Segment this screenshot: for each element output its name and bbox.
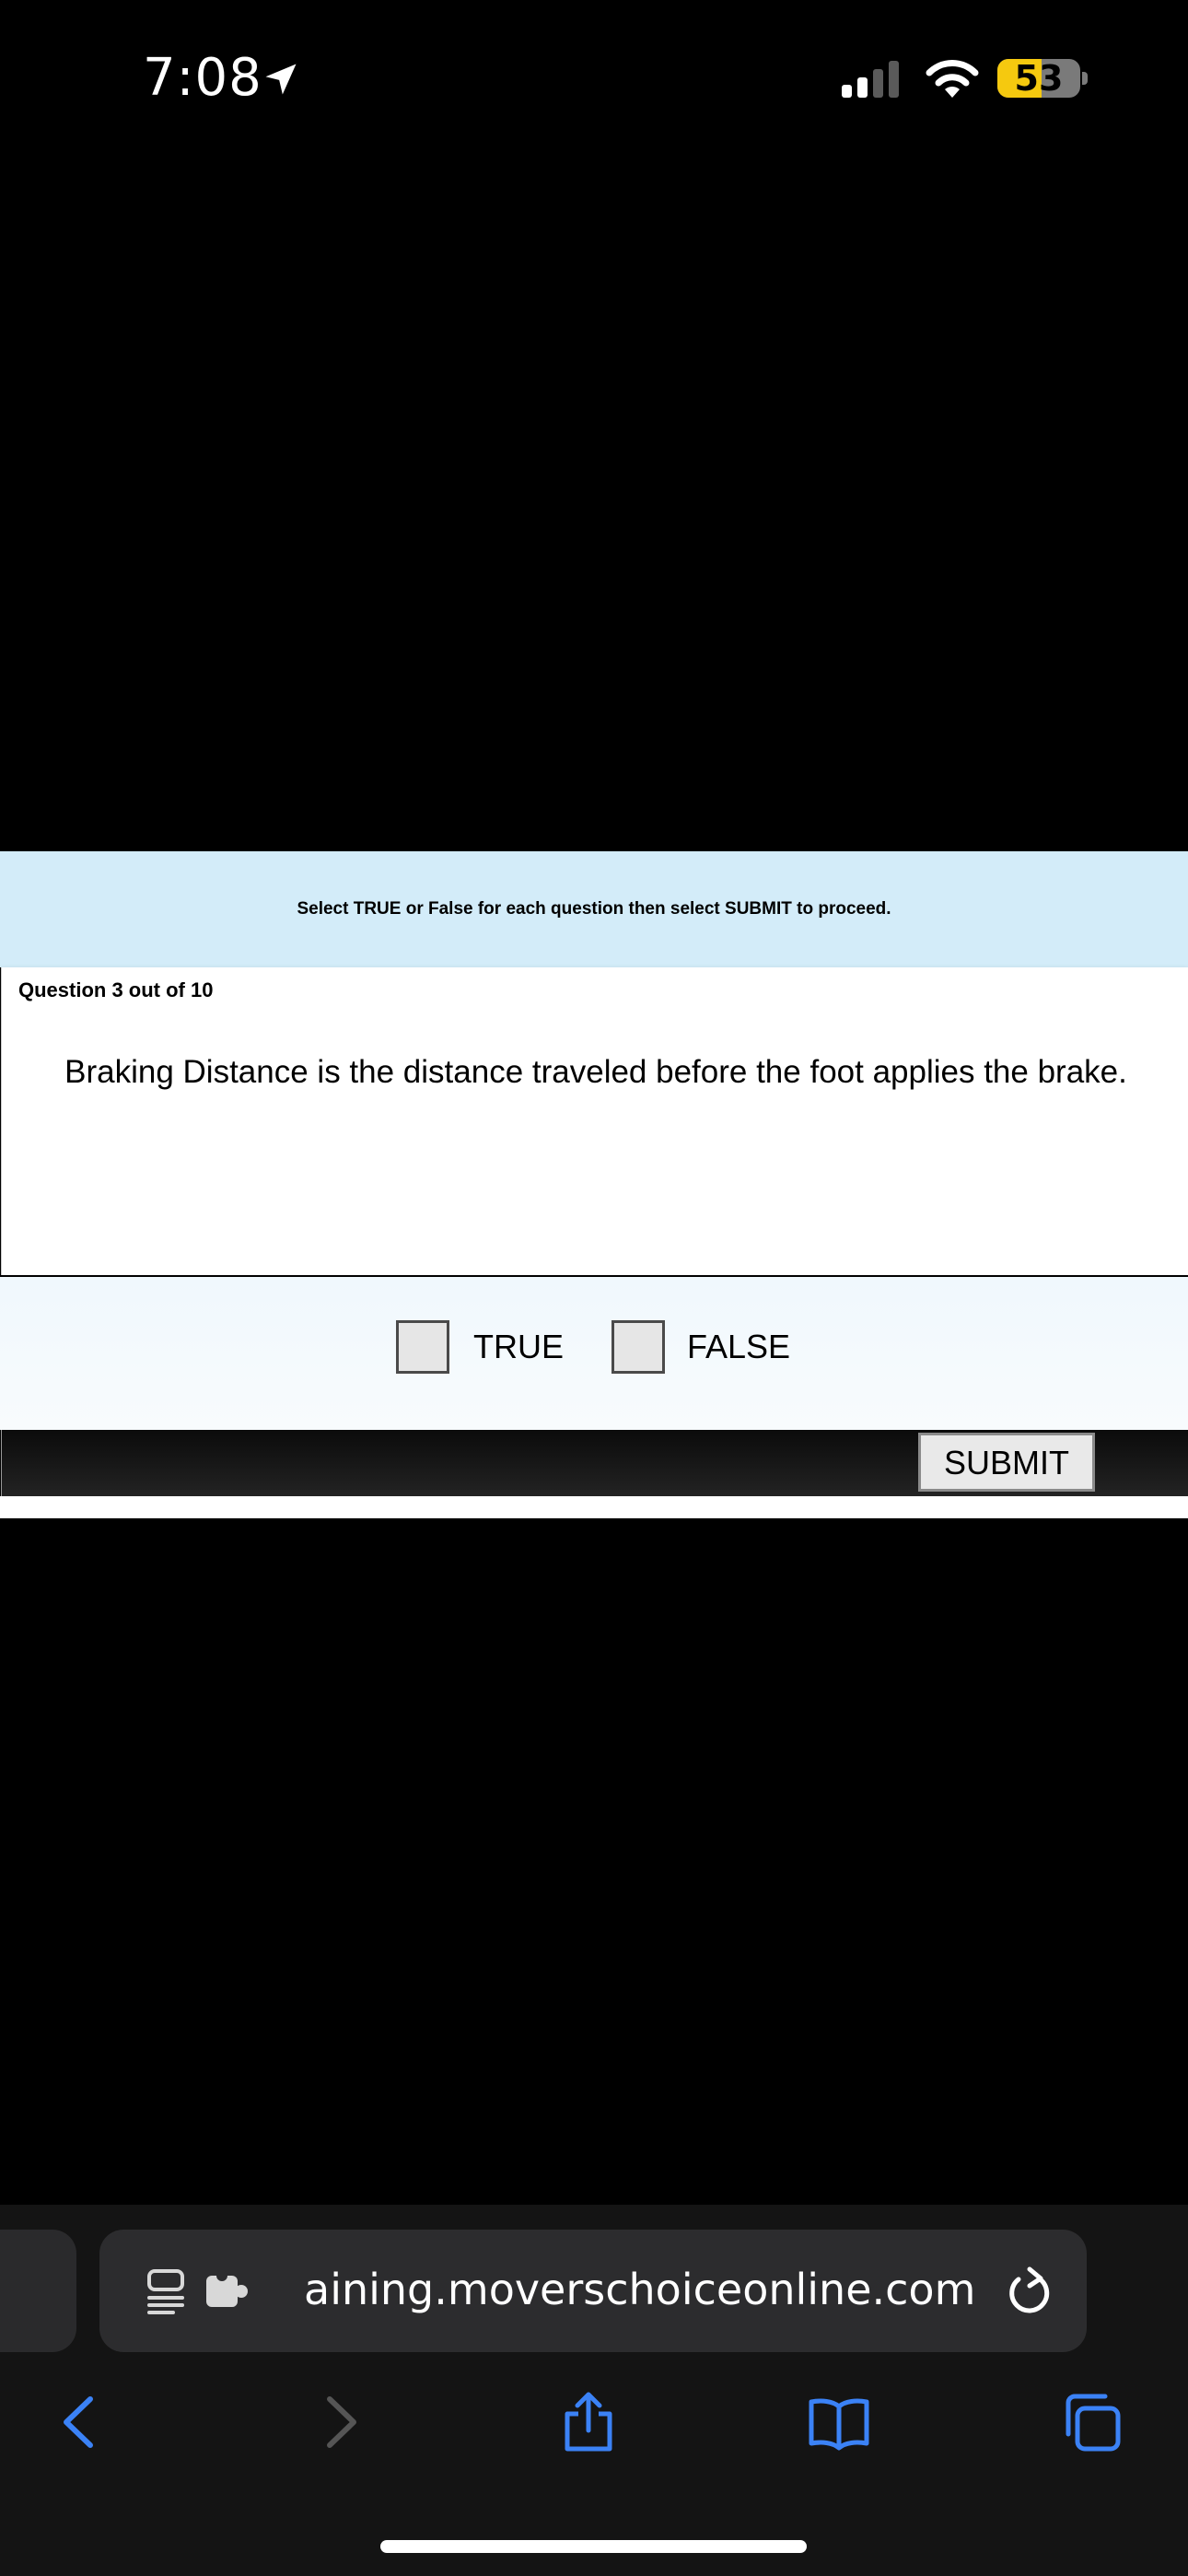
reload-icon[interactable] <box>1004 2266 1052 2317</box>
battery-indicator: 53 <box>997 59 1080 98</box>
bookmarks-icon[interactable] <box>807 2390 871 2454</box>
previous-tab-peek[interactable] <box>0 2230 76 2352</box>
home-indicator <box>380 2540 807 2553</box>
battery-level: 53 <box>1014 59 1064 98</box>
instructions-banner: Select TRUE or False for each question t… <box>0 851 1188 967</box>
answer-options: TRUE FALSE <box>0 1277 1188 1430</box>
false-checkbox[interactable] <box>611 1320 665 1374</box>
false-label[interactable]: FALSE <box>687 1328 790 1366</box>
question-panel: Question 3 out of 10 Braking Distance is… <box>1 967 1188 1275</box>
share-icon[interactable] <box>556 2390 621 2454</box>
back-icon[interactable] <box>48 2390 112 2454</box>
extension-icon[interactable] <box>203 2268 250 2313</box>
question-counter: Question 3 out of 10 <box>18 978 214 1001</box>
status-bar: 7:08 53 <box>0 0 1188 157</box>
url-text[interactable]: aining.moverschoiceonline.com <box>304 2259 976 2320</box>
status-time: 7:08 <box>143 48 262 108</box>
location-arrow-icon <box>265 64 297 95</box>
question-text: Braking Distance is the distance travele… <box>64 1054 1127 1090</box>
submit-button[interactable]: SUBMIT <box>918 1433 1095 1492</box>
tabs-icon[interactable] <box>1061 2390 1125 2454</box>
wifi-icon <box>926 60 979 98</box>
true-label[interactable]: TRUE <box>473 1328 564 1366</box>
forward-icon[interactable] <box>308 2390 372 2454</box>
content-bottom-edge <box>0 1496 1188 1518</box>
cellular-signal-icon <box>842 61 899 98</box>
reader-icon[interactable] <box>146 2268 197 2314</box>
battery-cap <box>1082 72 1088 85</box>
true-checkbox[interactable] <box>396 1320 449 1374</box>
